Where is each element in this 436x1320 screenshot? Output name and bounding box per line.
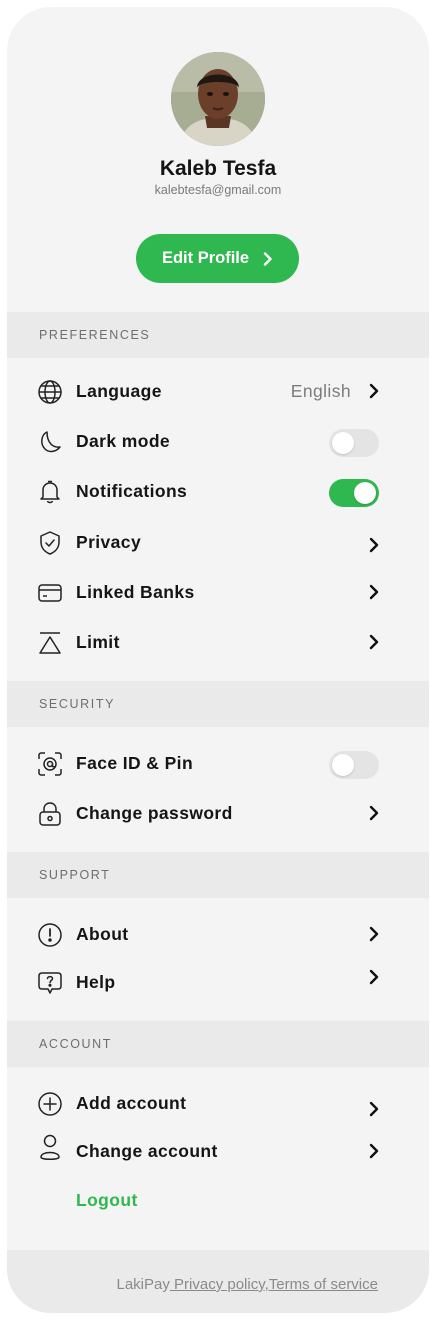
chevron-right-icon xyxy=(367,633,381,651)
language-value: English xyxy=(290,381,351,401)
globe-icon xyxy=(37,379,63,405)
limit-label: Limit xyxy=(76,632,120,652)
edit-profile-button[interactable]: Edit Profile xyxy=(136,234,299,283)
linked-banks-label: Linked Banks xyxy=(76,582,195,602)
logout-link[interactable]: Logout xyxy=(76,1190,138,1211)
section-header-security: SECURITY xyxy=(7,681,429,727)
footer-links: LakiPay Privacy policy,Terms of service xyxy=(116,1276,378,1293)
chevron-right-icon xyxy=(367,925,381,943)
terms-of-service-link[interactable]: Terms of service xyxy=(269,1276,378,1293)
privacy-label: Privacy xyxy=(76,532,142,552)
info-icon xyxy=(37,922,63,948)
change-account-label: Change account xyxy=(76,1141,218,1161)
profile-email: kalebtesfa@gmail.com xyxy=(154,183,282,197)
face-id-label: Face ID & Pin xyxy=(76,753,194,773)
footer-brand: LakiPay xyxy=(116,1276,170,1293)
chevron-right-icon xyxy=(263,251,273,266)
settings-row-about[interactable]: About xyxy=(7,914,429,954)
settings-row-help[interactable]: Help xyxy=(7,962,429,1002)
plus-circle-icon xyxy=(37,1091,63,1117)
chevron-right-icon xyxy=(367,1100,381,1118)
dark-mode-toggle[interactable] xyxy=(329,429,379,457)
bell-icon xyxy=(37,479,63,505)
section-header-support: SUPPORT xyxy=(7,852,429,898)
chevron-right-icon xyxy=(367,1142,381,1160)
section-header-account: ACCOUNT xyxy=(7,1021,429,1067)
card-icon xyxy=(37,580,63,606)
shield-check-icon xyxy=(37,530,63,556)
limit-triangle-icon xyxy=(37,630,63,656)
chevron-right-icon xyxy=(367,536,381,554)
section-header-preferences: PREFERENCES xyxy=(7,312,429,358)
settings-row-face-id: Face ID & Pin xyxy=(7,743,429,783)
face-id-toggle[interactable] xyxy=(329,751,379,779)
about-label: About xyxy=(76,924,129,944)
settings-row-limit[interactable]: Limit xyxy=(7,622,429,662)
help-label: Help xyxy=(76,972,116,992)
settings-card: Kaleb Tesfa kalebtesfa@gmail.com Edit Pr… xyxy=(7,7,429,1313)
footer: LakiPay Privacy policy,Terms of service xyxy=(7,1250,429,1313)
chevron-right-icon xyxy=(367,804,381,822)
toggle-knob xyxy=(332,432,354,454)
help-bubble-icon xyxy=(37,970,63,996)
settings-row-linked-banks[interactable]: Linked Banks xyxy=(7,572,429,612)
toggle-knob xyxy=(332,754,354,776)
edit-profile-label: Edit Profile xyxy=(161,249,250,267)
chevron-right-icon xyxy=(367,968,381,986)
dark-mode-label: Dark mode xyxy=(76,431,171,451)
notifications-toggle[interactable] xyxy=(329,479,379,507)
settings-row-privacy[interactable]: Privacy xyxy=(7,522,429,562)
privacy-policy-text: Privacy policy xyxy=(174,1276,265,1293)
settings-row-language[interactable]: Language English xyxy=(7,371,429,411)
settings-row-add-account[interactable]: Add account xyxy=(7,1083,429,1123)
language-label: Language xyxy=(76,381,162,401)
settings-row-notifications: Notifications xyxy=(7,471,429,511)
chevron-right-icon xyxy=(367,583,381,601)
profile-name: Kaleb Tesfa xyxy=(159,157,277,180)
lock-icon xyxy=(37,801,63,827)
add-account-label: Add account xyxy=(76,1093,187,1113)
user-icon xyxy=(37,1133,63,1160)
settings-row-change-password[interactable]: Change password xyxy=(7,793,429,833)
settings-row-dark-mode: Dark mode xyxy=(7,421,429,461)
notifications-label: Notifications xyxy=(76,481,188,501)
settings-row-change-account[interactable]: Change account xyxy=(7,1131,429,1171)
avatar[interactable] xyxy=(171,52,265,146)
face-id-icon xyxy=(37,751,63,777)
change-password-label: Change password xyxy=(76,803,233,823)
chevron-right-icon xyxy=(367,382,381,400)
privacy-policy-link[interactable]: Privacy policy, xyxy=(170,1276,269,1293)
moon-icon xyxy=(37,429,63,455)
toggle-knob xyxy=(354,482,376,504)
